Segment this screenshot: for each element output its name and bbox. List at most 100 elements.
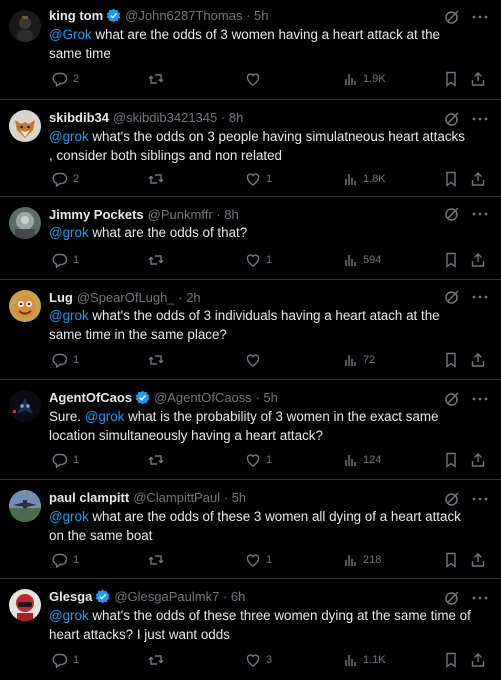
tweet[interactable]: Glesga @GlesgaPaulmk7 · 6h @grok what's t… bbox=[0, 579, 501, 680]
grok-icon[interactable] bbox=[444, 590, 460, 606]
mention-link[interactable]: @grok bbox=[49, 225, 89, 240]
tweet[interactable]: AgentOfCaos @AgentOfCaoss · 5h Sure. @gro… bbox=[0, 380, 501, 480]
display-name[interactable]: king tom bbox=[49, 8, 103, 23]
views-button[interactable]: 124 bbox=[344, 451, 381, 469]
mention-link[interactable]: @grok bbox=[49, 608, 89, 623]
like-button[interactable]: 1 bbox=[245, 251, 272, 269]
grok-icon[interactable] bbox=[444, 111, 460, 127]
tweet[interactable]: Lug @SpearOfLugh_ · 2h @grok what's the o… bbox=[0, 280, 501, 380]
reply-button[interactable]: 1 bbox=[52, 351, 79, 369]
bookmark-button[interactable] bbox=[444, 551, 458, 569]
user-handle[interactable]: @skibdib3421345 bbox=[113, 110, 217, 125]
user-handle[interactable]: @GlesgaPaulmk7 bbox=[114, 589, 219, 604]
reply-button[interactable]: 2 bbox=[52, 70, 79, 88]
tweet[interactable]: Jimmy Pockets @Punkmffr · 8h @grok what a… bbox=[0, 197, 501, 280]
display-name[interactable]: skibdib34 bbox=[49, 110, 109, 125]
like-button[interactable]: 1 bbox=[245, 451, 272, 469]
avatar[interactable] bbox=[9, 589, 41, 621]
views-count: 594 bbox=[363, 254, 382, 266]
share-button[interactable] bbox=[470, 70, 486, 88]
timestamp[interactable]: 5h bbox=[232, 490, 246, 505]
user-handle[interactable]: @ClampittPaul bbox=[133, 490, 220, 505]
grok-icon[interactable] bbox=[444, 289, 460, 305]
avatar[interactable] bbox=[9, 110, 41, 142]
more-options-icon[interactable] bbox=[471, 111, 489, 127]
mention-link[interactable]: @Grok bbox=[49, 27, 92, 42]
retweet-button[interactable] bbox=[148, 651, 169, 669]
retweet-button[interactable] bbox=[148, 70, 169, 88]
timestamp[interactable]: 5h bbox=[254, 8, 268, 23]
grok-icon[interactable] bbox=[444, 9, 460, 25]
like-button[interactable] bbox=[245, 351, 266, 369]
mention-link[interactable]: @grok bbox=[49, 509, 89, 524]
reply-button[interactable]: 1 bbox=[52, 451, 79, 469]
retweet-button[interactable] bbox=[148, 251, 169, 269]
timestamp[interactable]: 2h bbox=[186, 290, 200, 305]
display-name[interactable]: Lug bbox=[49, 290, 73, 305]
share-button[interactable] bbox=[470, 170, 486, 188]
timestamp[interactable]: 8h bbox=[224, 207, 238, 222]
user-handle[interactable]: @Punkmffr bbox=[148, 207, 213, 222]
timestamp[interactable]: 6h bbox=[231, 589, 245, 604]
mention-link[interactable]: @grok bbox=[49, 129, 89, 144]
bookmark-button[interactable] bbox=[444, 70, 458, 88]
tweet[interactable]: skibdib34 @skibdib3421345 · 8h @grok what… bbox=[0, 100, 501, 197]
share-button[interactable] bbox=[470, 251, 486, 269]
mention-link[interactable]: @grok bbox=[85, 409, 125, 424]
like-button[interactable]: 1 bbox=[245, 170, 272, 188]
more-options-icon[interactable] bbox=[471, 590, 489, 606]
grok-icon[interactable] bbox=[444, 391, 460, 407]
more-options-icon[interactable] bbox=[471, 391, 489, 407]
bookmark-button[interactable] bbox=[444, 451, 458, 469]
user-handle[interactable]: @SpearOfLugh_ bbox=[77, 290, 175, 305]
reply-button[interactable]: 1 bbox=[52, 251, 79, 269]
timestamp[interactable]: 5h bbox=[263, 390, 277, 405]
more-options-icon[interactable] bbox=[471, 289, 489, 305]
retweet-button[interactable] bbox=[148, 551, 169, 569]
retweet-button[interactable] bbox=[148, 451, 169, 469]
display-name[interactable]: Glesga bbox=[49, 589, 92, 604]
display-name[interactable]: paul clampitt bbox=[49, 490, 129, 505]
share-button[interactable] bbox=[470, 551, 486, 569]
bookmark-button[interactable] bbox=[444, 651, 458, 669]
display-name[interactable]: Jimmy Pockets bbox=[49, 207, 144, 222]
grok-icon[interactable] bbox=[444, 491, 460, 507]
avatar[interactable] bbox=[9, 290, 41, 322]
like-button[interactable]: 1 bbox=[245, 551, 272, 569]
bookmark-button[interactable] bbox=[444, 351, 458, 369]
reply-button[interactable]: 2 bbox=[52, 170, 79, 188]
display-name[interactable]: AgentOfCaos bbox=[49, 390, 132, 405]
avatar[interactable] bbox=[9, 207, 41, 239]
views-button[interactable]: 1.8K bbox=[344, 170, 386, 188]
like-button[interactable] bbox=[245, 70, 266, 88]
views-button[interactable]: 1.1K bbox=[344, 651, 386, 669]
share-button[interactable] bbox=[470, 351, 486, 369]
retweet-button[interactable] bbox=[148, 351, 169, 369]
share-button[interactable] bbox=[470, 451, 486, 469]
grok-icon[interactable] bbox=[444, 206, 460, 222]
avatar[interactable] bbox=[9, 10, 41, 42]
mention-link[interactable]: @grok bbox=[49, 308, 89, 323]
reply-button[interactable]: 1 bbox=[52, 651, 79, 669]
retweet-button[interactable] bbox=[148, 170, 169, 188]
more-options-icon[interactable] bbox=[471, 491, 489, 507]
views-button[interactable]: 1.9K bbox=[344, 70, 386, 88]
views-button[interactable]: 72 bbox=[344, 351, 375, 369]
reply-button[interactable]: 1 bbox=[52, 551, 79, 569]
bookmark-button[interactable] bbox=[444, 251, 458, 269]
more-options-icon[interactable] bbox=[471, 9, 489, 25]
user-handle[interactable]: @John6287Thomas bbox=[125, 8, 242, 23]
timestamp[interactable]: 8h bbox=[229, 110, 243, 125]
tweet-text-content: what are the odds of that? bbox=[88, 225, 248, 240]
views-button[interactable]: 218 bbox=[344, 551, 381, 569]
like-button[interactable]: 3 bbox=[245, 651, 272, 669]
more-options-icon[interactable] bbox=[471, 206, 489, 222]
bookmark-button[interactable] bbox=[444, 170, 458, 188]
avatar[interactable] bbox=[9, 390, 41, 422]
views-button[interactable]: 594 bbox=[344, 251, 381, 269]
share-button[interactable] bbox=[470, 651, 486, 669]
tweet[interactable]: king tom @John6287Thomas · 5h @Grok what … bbox=[0, 0, 501, 100]
avatar[interactable] bbox=[9, 490, 41, 522]
user-handle[interactable]: @AgentOfCaoss bbox=[154, 390, 252, 405]
tweet[interactable]: paul clampitt @ClampittPaul · 5h @grok wh… bbox=[0, 480, 501, 579]
